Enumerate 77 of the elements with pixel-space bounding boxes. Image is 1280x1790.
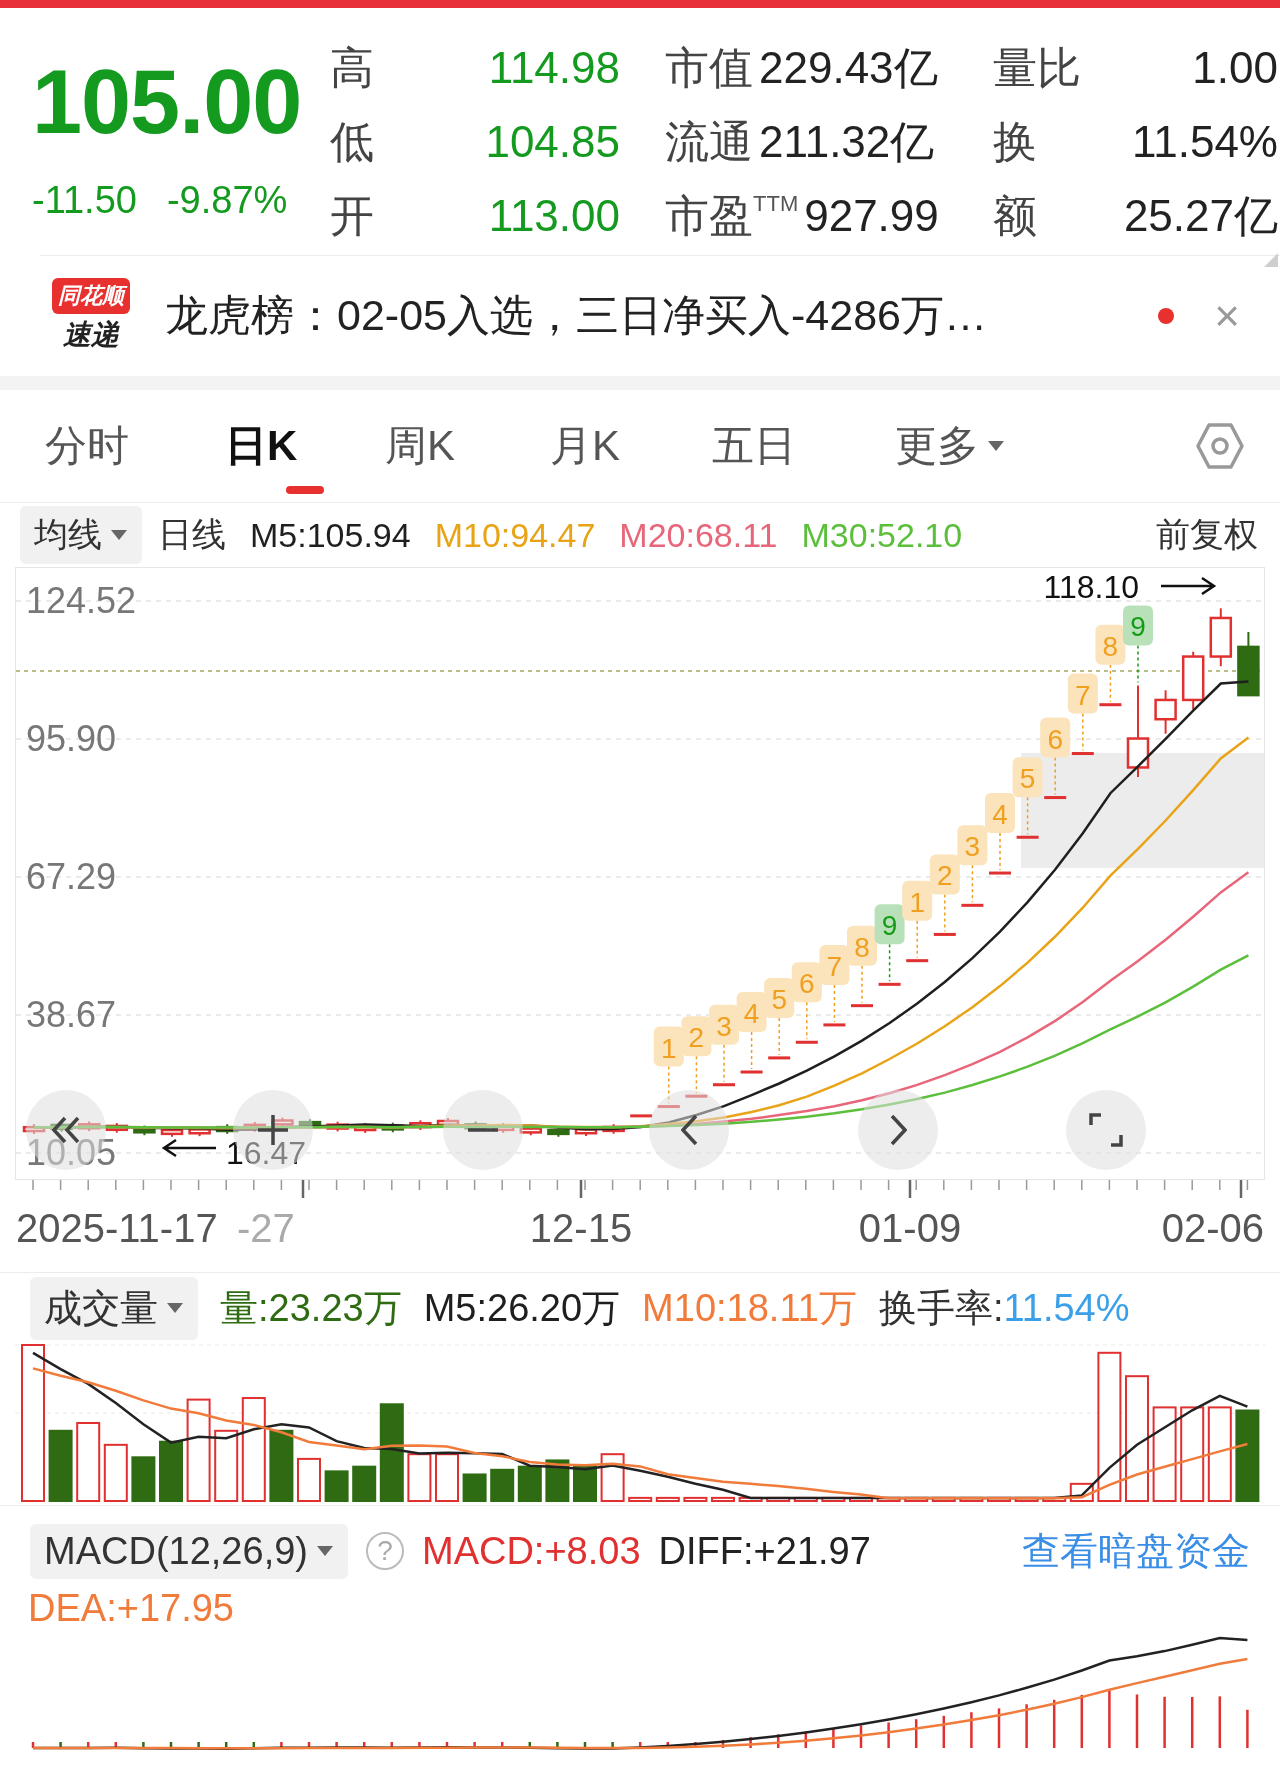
logo-text: 速递 [63, 318, 119, 352]
moving-average-value: M30:52.10 [801, 515, 963, 555]
diff-value: DIFF:+21.97 [658, 1529, 871, 1573]
price-axis-label: 124.52 [26, 580, 137, 621]
last-price: 105.00 [32, 57, 303, 147]
price-axis-label: 67.29 [26, 855, 117, 897]
sequence-number: 3 [964, 831, 981, 863]
date-label: 01-09 [858, 1206, 962, 1250]
sequence-number: 4 [992, 799, 1008, 831]
moving-average-value: M5:105.94 [250, 515, 411, 555]
chart-tab[interactable]: 日K [225, 396, 385, 496]
sequence-number: 2 [937, 860, 953, 892]
stat-label: 开 [330, 189, 374, 242]
indicator-selector[interactable]: 均线 [20, 506, 142, 564]
logo-badge: 同花顺 [52, 278, 130, 314]
date-label: -27 [237, 1206, 295, 1250]
stat-value: 927.99 [804, 191, 939, 241]
stat-value: 25.27亿 [1123, 189, 1278, 242]
chart-tab[interactable]: 五日 [712, 396, 895, 496]
date-label: 02-06 [1161, 1206, 1264, 1250]
chart-tab[interactable]: 月K [550, 396, 712, 496]
stat-value: 11.54% [1132, 117, 1278, 167]
price-axis-label: 38.67 [26, 993, 117, 1035]
volume-stat: 量:23.23万 [220, 1285, 402, 1331]
sequence-number: 1 [661, 1032, 677, 1064]
low-price-label: 16.47 [226, 1135, 307, 1171]
price-axis-label: 95.90 [26, 718, 117, 759]
sequence-number: 4 [743, 998, 760, 1029]
stat-label: 市值 [665, 41, 753, 94]
date-label: 2025-11-17 [16, 1206, 218, 1250]
adjust-mode[interactable]: 前复权 [1156, 512, 1258, 558]
stat-value: 113.00 [488, 191, 620, 241]
turnover-label: 换手率: [878, 1285, 1004, 1331]
sequence-number: 7 [1075, 679, 1091, 711]
high-price-label: 118.10 [1043, 569, 1139, 605]
stat-label: 量比 [993, 41, 1081, 94]
news-headline[interactable]: 龙虎榜：02-05入选，三日净买入-4286万… [165, 287, 1159, 345]
sequence-number: 3 [716, 1010, 732, 1042]
sequence-number: 2 [688, 1022, 705, 1054]
indicator-selector[interactable]: MACD(12,26,9) [30, 1523, 348, 1579]
date-label: 12-15 [529, 1206, 633, 1250]
sequence-number: 5 [1019, 763, 1036, 795]
sequence-number: 8 [854, 931, 870, 963]
stat-value: 114.98 [488, 43, 620, 93]
stat-value: 104.85 [485, 117, 620, 167]
sequence-number: 7 [826, 950, 843, 982]
macd-value: MACD:+8.03 [422, 1529, 641, 1573]
change-percent: -9.87% [166, 179, 288, 222]
price-change: -11.50 [32, 179, 137, 222]
moving-average-value: M10:94.47 [434, 515, 596, 555]
chart-tab[interactable]: 周K [385, 396, 550, 496]
stat-label: 额 [993, 189, 1037, 242]
sequence-number: 9 [881, 910, 898, 942]
volume-stat: M5:26.20万 [423, 1285, 621, 1331]
indicator-selector[interactable]: 成交量 [30, 1276, 198, 1340]
stat-value: 1.00 [1192, 43, 1278, 93]
period-label: 日线 [158, 514, 226, 555]
stat-value: 229.43亿 [759, 41, 938, 94]
stat-label: 换 [993, 115, 1037, 168]
sequence-number: 6 [799, 968, 815, 1000]
sequence-number: 6 [1047, 723, 1063, 755]
moving-average-value: M20:68.11 [619, 515, 778, 555]
dea-value: DEA:+17.95 [27, 1588, 235, 1628]
sequence-number: 9 [1130, 611, 1146, 643]
price-axis-label: 10.05 [26, 1131, 117, 1173]
stat-value: 211.32亿 [759, 115, 935, 168]
stat-label: 低 [330, 115, 374, 168]
volume-stat: M10:18.11万 [642, 1285, 857, 1331]
stat-label: 市盈$^{TTM}$ [665, 189, 799, 242]
sequence-number: 8 [1102, 630, 1119, 662]
sequence-number: 1 [909, 886, 925, 918]
chart-tab[interactable]: 分时 [45, 396, 225, 496]
turnover-value: 11.54% [1003, 1286, 1130, 1330]
stat-label: 流通 [665, 115, 753, 168]
stat-label: 高 [330, 41, 374, 94]
chart-tab[interactable]: 更多 [895, 396, 1095, 496]
sequence-number: 5 [771, 983, 787, 1015]
